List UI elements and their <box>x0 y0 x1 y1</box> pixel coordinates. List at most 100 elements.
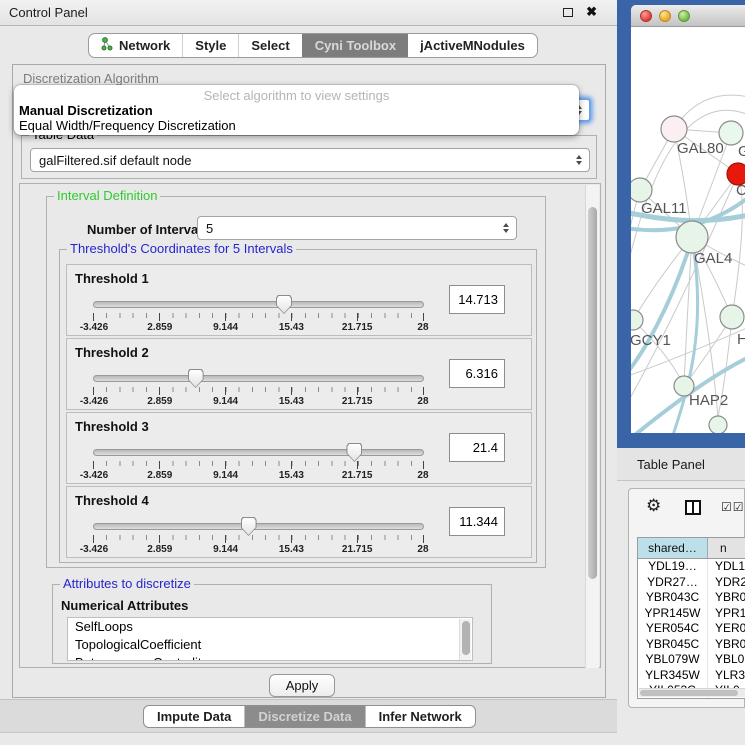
table-row[interactable]: YBL079WYBL0 <box>638 652 745 668</box>
threshold-1-value-field[interactable]: 14.713 <box>449 285 505 314</box>
list-item[interactable]: TopologicalCoefficient <box>68 636 472 654</box>
slider-track[interactable] <box>93 523 424 530</box>
table-horizontal-scrollbar[interactable] <box>639 688 745 697</box>
algorithm-group-title: Discretization Algorithm <box>23 71 159 86</box>
threshold-4-value-field[interactable]: 11.344 <box>449 507 505 536</box>
cell-shared[interactable]: YBR043C <box>638 590 708 606</box>
cell-shared[interactable]: YDR27… <box>638 575 708 591</box>
threshold-3-slider[interactable]: -3.426 2.859 9.144 15.43 21.715 28 <box>93 447 424 481</box>
tab-jactivemnodules[interactable]: jActiveMNodules <box>408 34 537 57</box>
table-panel: Table Panel ⚙ ☑☑ shared… n YDL19…YDL1 YD… <box>617 448 745 745</box>
table-data-combobox[interactable]: galFiltered.sif default node <box>30 148 590 172</box>
cyni-toolbox-panel: Discretization Algorithm Select algorith… <box>12 64 606 698</box>
tab-discretize-data[interactable]: Discretize Data <box>244 706 364 727</box>
cell-name[interactable]: YBR0 <box>708 637 745 653</box>
threshold-1-box: Threshold 1 -3.426 2.859 9.144 <box>66 264 532 336</box>
network-canvas[interactable]: GAL80 G C GAL11 GAL4 GCY1 H HAP2 <box>631 27 745 433</box>
network-window-titlebar[interactable] <box>631 5 745 27</box>
table-row[interactable]: YLR345WYLR3 <box>638 668 745 684</box>
cell-name[interactable]: YLR3 <box>708 668 745 684</box>
tick-label: 21.715 <box>336 396 378 407</box>
mac-zoom-button[interactable] <box>678 10 690 22</box>
threshold-3-value-field[interactable]: 21.4 <box>449 433 505 462</box>
attributes-group: Attributes to discretize Numerical Attri… <box>52 584 492 664</box>
slider-thumb[interactable] <box>188 369 204 388</box>
slider-thumb[interactable] <box>346 443 362 462</box>
cell-name[interactable]: YDR2 <box>708 575 745 591</box>
combo-spinner-icon <box>503 223 509 233</box>
select-columns-icon[interactable]: ☑☑ <box>721 500 745 514</box>
column-header-name[interactable]: n <box>708 538 745 558</box>
close-icon[interactable]: ✖ <box>586 4 597 20</box>
tick-label: 15.43 <box>270 322 312 333</box>
node-gal4[interactable] <box>676 221 708 253</box>
network-nodes[interactable] <box>631 116 745 433</box>
cell-name[interactable]: YER0 <box>708 621 745 637</box>
tab-cyni-toolbox[interactable]: Cyni Toolbox <box>302 34 408 57</box>
cell-name[interactable]: YBR0 <box>708 590 745 606</box>
node[interactable] <box>709 416 727 433</box>
cell-shared[interactable]: YBL079W <box>638 652 708 668</box>
cell-name[interactable]: YDL1 <box>708 559 745 575</box>
threshold-2-slider[interactable]: -3.426 2.859 9.144 15.43 21.715 28 <box>93 373 424 407</box>
mac-close-button[interactable] <box>640 10 652 22</box>
dropdown-option-manual-discretization[interactable]: Manual Discretization <box>19 103 153 118</box>
table-row[interactable]: YDL19…YDL1 <box>638 559 745 575</box>
tab-infer-network[interactable]: Infer Network <box>365 706 475 727</box>
tab-select[interactable]: Select <box>238 34 301 57</box>
cell-shared[interactable]: YDL19… <box>638 559 708 575</box>
cell-shared[interactable]: YLR345W <box>638 668 708 684</box>
list-item[interactable]: SelfLoops <box>68 618 472 636</box>
attributes-list-scrollbar[interactable] <box>459 619 471 661</box>
node-gal11[interactable] <box>631 178 652 202</box>
tab-impute-data[interactable]: Impute Data <box>144 706 244 727</box>
scrollbar-thumb[interactable] <box>462 621 470 655</box>
threshold-1-slider[interactable]: -3.426 2.859 9.144 15.43 21.715 28 <box>93 299 424 333</box>
threshold-4-label: Threshold 4 <box>75 493 149 508</box>
control-panel-tabbar: Network Style Select Cyni Toolbox jActiv… <box>88 33 538 58</box>
cell-shared[interactable]: YER054C <box>638 621 708 637</box>
slider-thumb[interactable] <box>276 295 292 314</box>
list-item[interactable]: BetweennessCentrality <box>68 654 472 661</box>
settings-vertical-scrollbar[interactable] <box>585 185 599 668</box>
threshold-4-box: Threshold 4 -3.426 2.859 9.144 <box>66 486 532 558</box>
tab-label: Style <box>195 38 226 53</box>
tab-style[interactable]: Style <box>182 34 238 57</box>
threshold-2-value-field[interactable]: 6.316 <box>449 359 505 388</box>
cell-shared[interactable]: YBR045C <box>638 637 708 653</box>
table-row[interactable]: YBR043CYBR0 <box>638 590 745 606</box>
dropdown-option-equal-width-frequency[interactable]: Equal Width/Frequency Discretization <box>19 118 236 133</box>
slider-tick-labels: -3.426 2.859 9.144 15.43 21.715 28 <box>73 396 444 407</box>
table-row[interactable]: YER054CYER0 <box>638 621 745 637</box>
table-row[interactable]: YBR045CYBR0 <box>638 637 745 653</box>
node-gcy1[interactable] <box>631 310 643 330</box>
mac-minimize-button[interactable] <box>659 10 671 22</box>
algorithm-dropdown-popup: Select algorithm to view settings Manual… <box>14 85 579 135</box>
tick-label: 28 <box>402 322 444 333</box>
node-gal80[interactable] <box>661 116 687 142</box>
scrollbar-thumb[interactable] <box>588 207 597 579</box>
cell-shared[interactable]: YPR145W <box>638 606 708 622</box>
node[interactable] <box>720 305 744 329</box>
cell-name[interactable]: YBL0 <box>708 652 745 668</box>
scrollbar-thumb[interactable] <box>640 690 738 696</box>
tab-network[interactable]: Network <box>89 34 182 57</box>
slider-track[interactable] <box>93 301 424 308</box>
cell-name[interactable]: YPR1 <box>708 606 745 622</box>
float-window-icon[interactable] <box>563 8 573 17</box>
slider-thumb[interactable] <box>241 517 257 536</box>
threshold-4-slider[interactable]: -3.426 2.859 9.144 15.43 21.715 28 <box>93 521 424 555</box>
threshold-3-label: Threshold 3 <box>75 419 149 434</box>
apply-button[interactable]: Apply <box>269 674 335 697</box>
split-columns-icon[interactable] <box>685 500 701 515</box>
table-row[interactable]: YPR145WYPR1 <box>638 606 745 622</box>
table-row[interactable]: YDR27…YDR2 <box>638 575 745 591</box>
network-view-window[interactable]: GAL80 G C GAL11 GAL4 GCY1 H HAP2 <box>631 5 745 433</box>
number-of-intervals-combobox[interactable]: 5 <box>197 216 517 240</box>
slider-track[interactable] <box>93 449 424 456</box>
column-header-shared-name[interactable]: shared… <box>638 538 708 558</box>
tab-label: Infer Network <box>379 709 462 724</box>
slider-track[interactable] <box>93 375 424 382</box>
gear-icon[interactable]: ⚙ <box>646 496 661 516</box>
tick-label: 15.43 <box>270 470 312 481</box>
